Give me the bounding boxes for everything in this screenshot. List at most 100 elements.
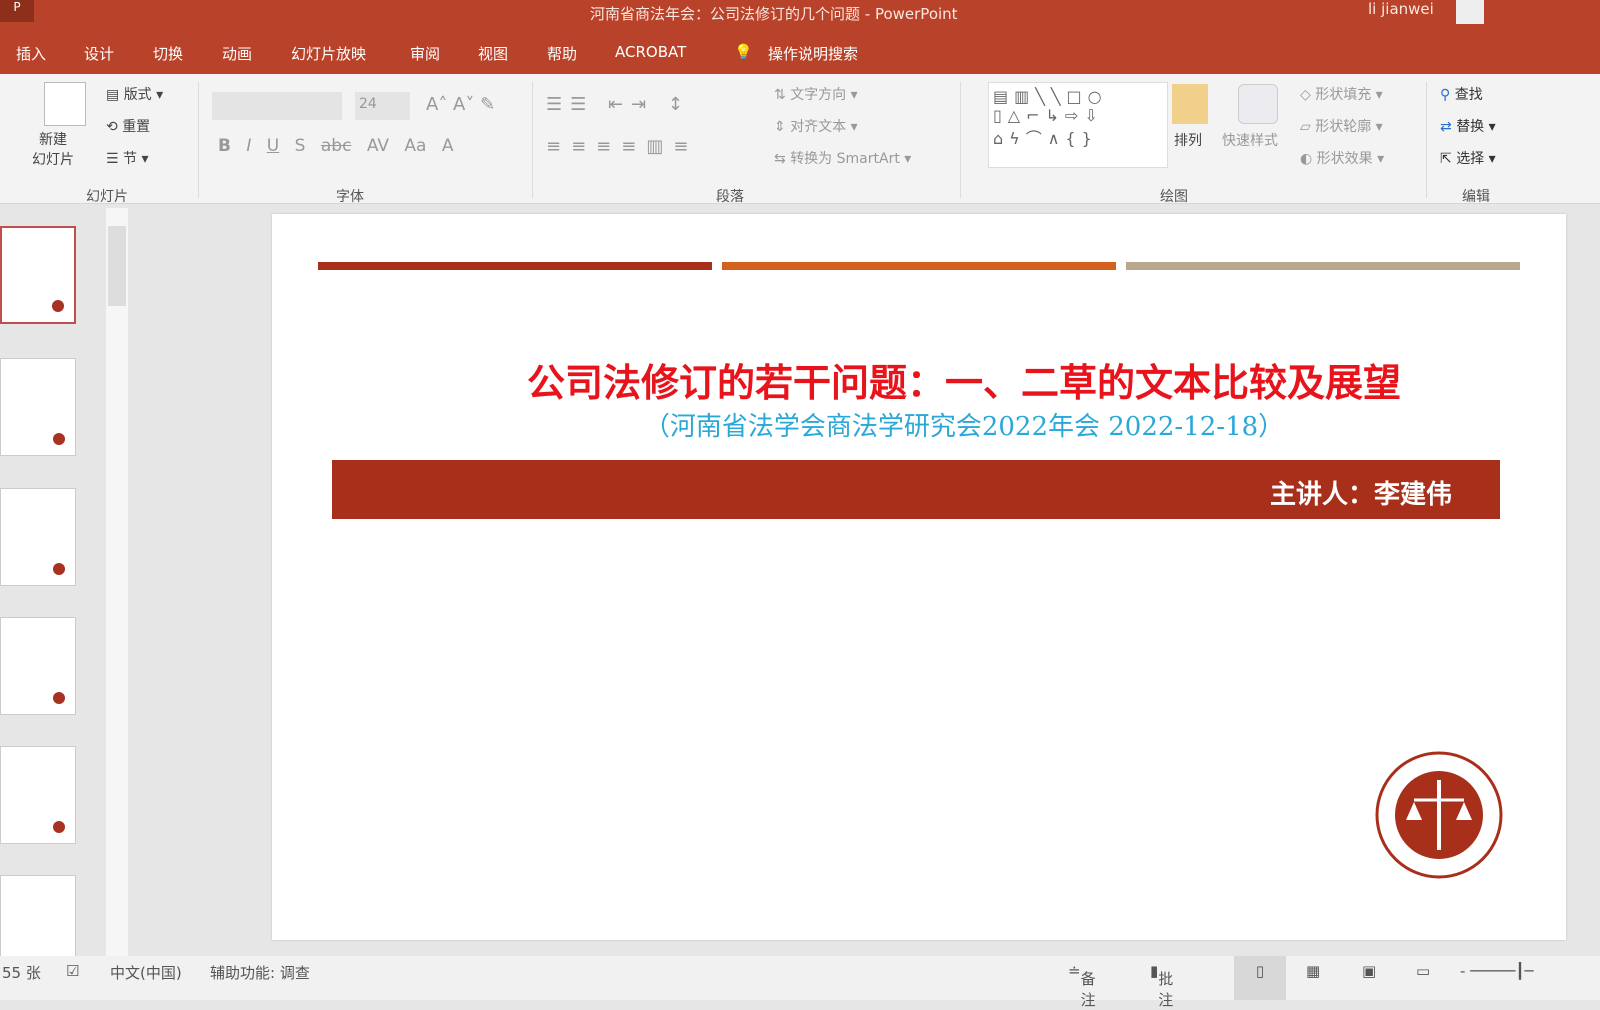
- shape-outline-button[interactable]: ▱ 形状轮廓 ▾: [1300, 116, 1383, 136]
- strikethrough-button[interactable]: abc: [321, 136, 352, 156]
- select-button[interactable]: ⇱ 选择 ▾: [1440, 148, 1496, 168]
- text-direction-button[interactable]: ⇅ 文字方向 ▾: [774, 84, 858, 104]
- tab-design[interactable]: 设计: [84, 43, 114, 64]
- divider: [960, 82, 961, 198]
- spellcheck-icon[interactable]: ☑: [66, 962, 79, 980]
- tab-slideshow[interactable]: 幻灯片放映: [291, 43, 366, 64]
- ribbon: 新建 幻灯片 ▤ 版式 ▾ ⟲ 重置 ☰ 节 ▾ 幻灯片 24 A˄ A˅ ✎ …: [0, 74, 1600, 205]
- decorative-bar: [318, 262, 712, 270]
- layout-button[interactable]: ▤ 版式 ▾: [106, 84, 163, 104]
- normal-view-button[interactable]: ▯: [1234, 956, 1286, 1000]
- new-slide-button[interactable]: 新建 幻灯片: [32, 130, 74, 170]
- slide-thumbnail[interactable]: [0, 617, 76, 715]
- slide-thumbnail[interactable]: [0, 488, 76, 586]
- font-grow-shrink-icons[interactable]: A˄ A˅ ✎: [426, 94, 495, 115]
- tab-help[interactable]: 帮助: [547, 43, 577, 64]
- layout-label: 版式: [123, 87, 152, 103]
- replace-button[interactable]: ⇄ 替换 ▾: [1440, 116, 1496, 136]
- replace-icon: ⇄: [1440, 119, 1452, 135]
- group-drawing-label: 绘图: [1160, 189, 1188, 205]
- underline-button[interactable]: U: [267, 136, 279, 156]
- slide-count: 55 张: [2, 964, 41, 982]
- avatar[interactable]: [1456, 0, 1484, 24]
- user-name[interactable]: li jianwei: [1368, 0, 1434, 18]
- comments-button[interactable]: ▮ 批注: [1150, 962, 1173, 1009]
- align-text-button[interactable]: ⇕ 对齐文本 ▾: [774, 116, 858, 136]
- accessibility-status[interactable]: 辅助功能: 调查: [210, 962, 310, 983]
- tab-animations[interactable]: 动画: [222, 43, 252, 64]
- alignment-icons[interactable]: ≡≡≡≡▥≡: [546, 136, 698, 157]
- slide-thumbnail[interactable]: [0, 226, 76, 324]
- divider: [532, 82, 533, 198]
- divider: [1426, 82, 1427, 198]
- italic-button[interactable]: I: [246, 136, 251, 156]
- shape-effects-button[interactable]: ◐ 形状效果 ▾: [1300, 148, 1384, 168]
- slide-sorter-button[interactable]: ▦: [1306, 962, 1320, 980]
- zoom-slider[interactable]: - ─────┃─: [1460, 962, 1533, 980]
- align-text-label: 对齐文本: [790, 119, 847, 135]
- presenter-band[interactable]: 主讲人：李建伟: [332, 460, 1500, 519]
- arrange-icon: [1172, 84, 1208, 124]
- text-direction-label: 文字方向: [790, 87, 847, 103]
- select-label: 选择: [1456, 151, 1485, 167]
- scrollbar-thumb[interactable]: [108, 226, 126, 306]
- slide-canvas[interactable]: 公司法修订的若干问题：一、二草的文本比较及展望 （河南省法学会商法学研究会202…: [272, 214, 1566, 940]
- notes-button[interactable]: ≐ 备注: [1068, 962, 1096, 1009]
- section-label: 节: [123, 151, 138, 167]
- shadow-button[interactable]: S: [295, 136, 306, 156]
- slide-thumbnail[interactable]: [0, 358, 76, 456]
- change-case-button[interactable]: Aa: [404, 136, 426, 156]
- notes-label: 备注: [1080, 970, 1096, 1009]
- quick-styles-button[interactable]: 快速样式: [1222, 130, 1278, 150]
- slide-thumbnail[interactable]: [0, 746, 76, 844]
- tab-review[interactable]: 审阅: [410, 43, 440, 64]
- font-size-input[interactable]: 24: [355, 92, 410, 120]
- decorative-bar: [1126, 262, 1520, 270]
- tab-acrobat[interactable]: ACROBAT: [615, 43, 686, 61]
- slideshow-button[interactable]: ▭: [1416, 962, 1430, 980]
- find-button[interactable]: ⚲ 查找: [1440, 84, 1483, 104]
- group-font-label: 字体: [336, 189, 364, 205]
- decorative-bar: [722, 262, 1116, 270]
- tell-me-search[interactable]: 操作说明搜索: [768, 43, 858, 64]
- shape-fill-label: 形状填充: [1315, 87, 1372, 103]
- slide-title[interactable]: 公司法修订的若干问题：一、二草的文本比较及展望: [272, 352, 1566, 407]
- arrange-button[interactable]: 排列: [1174, 130, 1202, 150]
- tab-view[interactable]: 视图: [478, 43, 508, 64]
- slide-subtitle[interactable]: （河南省法学会商法学研究会2022年会 2022-12-18）: [272, 406, 1566, 443]
- lightbulb-icon: 💡: [734, 43, 753, 61]
- bold-button[interactable]: B: [218, 136, 231, 156]
- smartart-label: 转换为 SmartArt: [790, 151, 900, 167]
- tab-transitions[interactable]: 切换: [153, 43, 183, 64]
- shape-fill-button[interactable]: ◇ 形状填充 ▾: [1300, 84, 1383, 104]
- new-slide-icon[interactable]: [44, 82, 86, 126]
- list-indent-icons[interactable]: ☰☰ ⇤⇥ ↕: [546, 94, 691, 115]
- font-name-input[interactable]: [212, 92, 342, 120]
- university-seal-logo: [1375, 751, 1503, 879]
- language-indicator[interactable]: 中文(中国): [110, 962, 182, 983]
- group-slides-label: 幻灯片: [86, 189, 128, 205]
- group-paragraph-label: 段落: [716, 189, 744, 205]
- powerpoint-app-icon[interactable]: P: [0, 0, 34, 22]
- find-label: 查找: [1454, 87, 1483, 103]
- reset-button[interactable]: ⟲ 重置: [106, 116, 150, 136]
- font-color-button[interactable]: A: [442, 136, 454, 156]
- reset-label: 重置: [122, 119, 151, 135]
- title-bar: P 河南省商法年会：公司法修订的几个问题 - PowerPoint li jia…: [0, 0, 1600, 30]
- status-bar: 55 张 ☑ 中文(中国) 辅助功能: 调查 ≐ 备注 ▮ 批注 ▯ ▦ ▣ ▭…: [0, 956, 1600, 1009]
- section-button[interactable]: ☰ 节 ▾: [106, 148, 149, 168]
- thumbnail-scrollbar[interactable]: [106, 208, 128, 956]
- shape-effects-label: 形状效果: [1316, 151, 1373, 167]
- shapes-gallery[interactable]: ▤▥╲╲□○ ▯△⌐↳⇨⇩ ⌂ϟ⌒∧{}: [988, 82, 1168, 168]
- replace-label: 替换: [1456, 119, 1485, 135]
- smartart-button[interactable]: ⇆ 转换为 SmartArt ▾: [774, 148, 911, 168]
- group-editing-label: 编辑: [1462, 189, 1490, 205]
- reading-view-button[interactable]: ▣: [1362, 962, 1376, 980]
- presenter-name: 主讲人：李建伟: [1269, 480, 1452, 510]
- divider: [198, 82, 199, 198]
- cursor-icon: ⇱: [1440, 151, 1452, 167]
- search-icon: ⚲: [1440, 87, 1451, 103]
- char-spacing-button[interactable]: AV: [367, 136, 389, 156]
- font-format-buttons[interactable]: B I U S abc AV Aa A: [218, 136, 454, 156]
- tab-insert[interactable]: 插入: [16, 43, 46, 64]
